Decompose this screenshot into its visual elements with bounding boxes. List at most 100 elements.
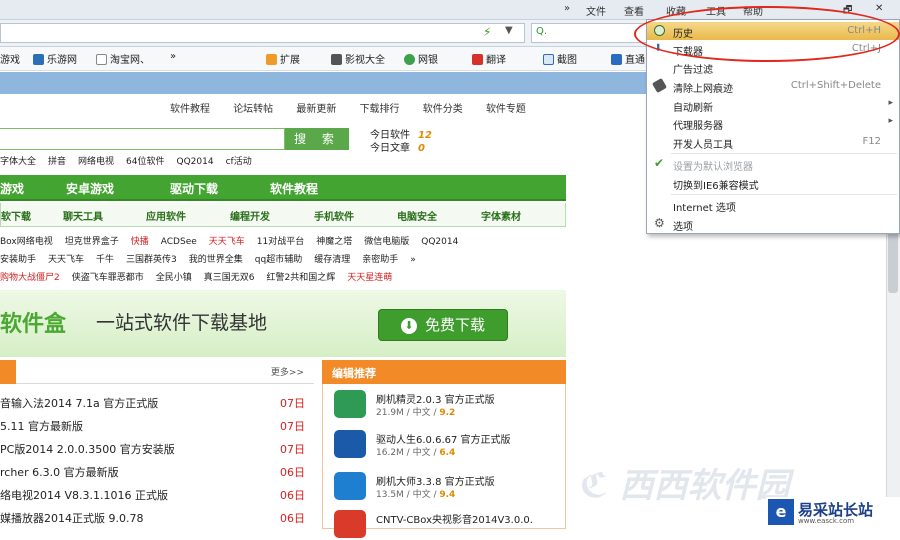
bookmark-screenshot[interactable]: 截图 bbox=[543, 51, 577, 66]
bookmark-overflow[interactable]: » bbox=[170, 51, 176, 62]
category-tutorials[interactable]: 软件教程 bbox=[270, 180, 318, 197]
link[interactable]: 坦克世界盒子 bbox=[65, 237, 119, 247]
bookmark-direct[interactable]: 直通 bbox=[611, 51, 645, 66]
item-date: 07日 bbox=[280, 443, 305, 456]
subnav-programming[interactable]: 编程开发 bbox=[230, 208, 270, 223]
chevron-down-icon[interactable]: ▼ bbox=[505, 25, 513, 36]
list-item[interactable]: 络电视2014 V8.3.1.1016 正式版 06日 bbox=[0, 487, 305, 505]
link[interactable]: 快播 bbox=[131, 237, 149, 247]
link[interactable]: 11对战平台 bbox=[257, 237, 304, 247]
search-box[interactable]: Q. bbox=[531, 23, 647, 43]
menu-item-label: Internet 选项 bbox=[673, 203, 736, 214]
link[interactable]: 亲密助手 bbox=[362, 255, 398, 265]
bookmark-extensions[interactable]: 扩展 bbox=[266, 51, 300, 66]
bookmark-leyou[interactable]: 乐游网 bbox=[33, 51, 77, 66]
link[interactable]: 天天飞车 bbox=[48, 255, 84, 265]
watermark-logo: ℭ 西西软件园 bbox=[580, 466, 790, 506]
hot-word[interactable]: 64位软件 bbox=[126, 157, 164, 167]
free-download-button[interactable]: ⬇ 免费下载 bbox=[378, 309, 508, 341]
menu-item-ie6-mode[interactable]: 切换到IE6兼容模式 bbox=[647, 174, 899, 192]
link[interactable]: 三国群英传3 bbox=[126, 255, 177, 265]
subnav-applications[interactable]: 应用软件 bbox=[146, 208, 186, 223]
link[interactable]: 购物大战僵尸2 bbox=[0, 273, 60, 283]
pick-score: 9.4 bbox=[439, 490, 456, 500]
bookmark-taobao[interactable]: 淘宝网、 bbox=[96, 51, 150, 66]
hot-word[interactable]: 网络电视 bbox=[78, 157, 114, 167]
bookmark-videos[interactable]: 影视大全 bbox=[331, 51, 385, 66]
bookmark-bank[interactable]: 网银 bbox=[404, 51, 438, 66]
pick-lang: 中文 bbox=[412, 490, 431, 500]
list-item[interactable]: 5.11 官方最新版 07日 bbox=[0, 418, 305, 436]
pick-item[interactable]: 刷机精灵2.0.3 官方正式版 21.9M / 中文 / 9.2 bbox=[334, 390, 564, 420]
nav-topics[interactable]: 软件专题 bbox=[486, 104, 526, 115]
hot-word[interactable]: 字体大全 bbox=[0, 157, 36, 167]
pick-name: 刷机精灵2.0.3 官方正式版 bbox=[376, 395, 495, 406]
bookmark-label: 乐游网 bbox=[47, 55, 77, 66]
site-search-button[interactable]: 搜 索 bbox=[285, 128, 349, 150]
link[interactable]: 侠盗飞车罪恶都市 bbox=[72, 273, 144, 283]
nav-latest-updates[interactable]: 最新更新 bbox=[296, 104, 336, 115]
nav-tutorials[interactable]: 软件教程 bbox=[170, 104, 210, 115]
nav-categories[interactable]: 软件分类 bbox=[423, 104, 463, 115]
menu-item-auto-refresh[interactable]: 自动刷新 ▸ bbox=[647, 96, 899, 114]
hot-word[interactable]: QQ2014 bbox=[177, 157, 214, 167]
link[interactable]: 微信电脑版 bbox=[364, 237, 409, 247]
menu-item-proxy[interactable]: 代理服务器 ▸ bbox=[647, 114, 899, 132]
site-search-input[interactable] bbox=[0, 128, 285, 150]
close-icon[interactable]: ✕ bbox=[875, 3, 883, 14]
lightning-icon[interactable]: ⚡ bbox=[483, 25, 491, 39]
bookmark-games[interactable]: 游戏 bbox=[0, 51, 20, 66]
url-input[interactable] bbox=[0, 23, 525, 43]
menu-item-dev-tools[interactable]: 开发人员工具 F12 bbox=[647, 133, 899, 151]
pick-item[interactable]: CNTV-CBox央视影音2014V3.0.0. bbox=[334, 510, 564, 540]
menu-overflow-chevron[interactable]: » bbox=[564, 3, 570, 14]
link[interactable]: 千牛 bbox=[96, 255, 114, 265]
link[interactable]: 全民小镇 bbox=[156, 273, 192, 283]
menu-file[interactable]: 文件 bbox=[586, 3, 606, 18]
subnav-chat-tools[interactable]: 聊天工具 bbox=[63, 208, 103, 223]
menu-item-shortcut: Ctrl+Shift+Delete bbox=[790, 80, 881, 91]
hot-word[interactable]: 拼音 bbox=[48, 157, 66, 167]
pick-meta: 13.5M / 中文 / 9.4 bbox=[376, 490, 456, 500]
subnav-mobile[interactable]: 手机软件 bbox=[314, 208, 354, 223]
highlight-circle bbox=[634, 6, 900, 62]
link[interactable]: 神魔之塔 bbox=[316, 237, 352, 247]
link[interactable]: 缓存清理 bbox=[314, 255, 350, 265]
subnav-fonts[interactable]: 字体素材 bbox=[481, 208, 521, 223]
link[interactable]: » bbox=[410, 255, 416, 265]
menu-item-options[interactable]: ⚙ 选项 bbox=[647, 215, 899, 233]
bookmark-translate[interactable]: 翻译 bbox=[472, 51, 506, 66]
subnav-security[interactable]: 电脑安全 bbox=[397, 208, 437, 223]
category-games[interactable]: 游戏 bbox=[0, 180, 24, 197]
category-android-games[interactable]: 安卓游戏 bbox=[66, 180, 114, 197]
menu-item-clear-traces[interactable]: 清除上网痕迹 Ctrl+Shift+Delete bbox=[647, 77, 899, 95]
search-engine-icon[interactable]: Q. bbox=[536, 26, 547, 37]
item-date: 07日 bbox=[280, 397, 305, 410]
menu-view[interactable]: 查看 bbox=[624, 3, 644, 18]
nav-forum-posts[interactable]: 论坛转帖 bbox=[233, 104, 273, 115]
subnav-downloads[interactable]: 软下载 bbox=[1, 208, 31, 223]
menu-item-internet-options[interactable]: Internet 选项 bbox=[647, 196, 899, 214]
more-link[interactable]: 更多>> bbox=[271, 365, 304, 378]
link[interactable]: 天天飞车 bbox=[209, 237, 245, 247]
link[interactable]: ACDSee bbox=[161, 237, 197, 247]
link[interactable]: 真三国无双6 bbox=[204, 273, 255, 283]
link[interactable]: qq超市辅助 bbox=[255, 255, 302, 265]
today-articles-label: 今日文章 bbox=[370, 143, 410, 154]
today-articles: 今日文章 0 bbox=[370, 139, 425, 154]
nav-download-ranking[interactable]: 下载排行 bbox=[360, 104, 400, 115]
hot-word[interactable]: cf活动 bbox=[226, 157, 252, 167]
link[interactable]: 红警2共和国之辉 bbox=[267, 273, 336, 283]
pick-item[interactable]: 刷机大师3.3.8 官方正式版 13.5M / 中文 / 9.4 bbox=[334, 472, 564, 502]
list-item[interactable]: 音输入法2014 7.1a 官方正式版 07日 bbox=[0, 395, 305, 413]
link[interactable]: Box网络电视 bbox=[0, 237, 53, 247]
link[interactable]: QQ2014 bbox=[421, 237, 458, 247]
link[interactable]: 天天星连萌 bbox=[347, 273, 392, 283]
link[interactable]: 我的世界全集 bbox=[189, 255, 243, 265]
list-item[interactable]: 媒播放器2014正式版 9.0.78 06日 bbox=[0, 510, 305, 528]
category-drivers[interactable]: 驱动下载 bbox=[170, 180, 218, 197]
link[interactable]: 安装助手 bbox=[0, 255, 36, 265]
pick-item[interactable]: 驱动人生6.0.6.67 官方正式版 16.2M / 中文 / 6.4 bbox=[334, 430, 564, 460]
list-item[interactable]: PC版2014 2.0.0.3500 官方安装版 07日 bbox=[0, 441, 305, 459]
list-item[interactable]: rcher 6.3.0 官方最新版 06日 bbox=[0, 464, 305, 482]
